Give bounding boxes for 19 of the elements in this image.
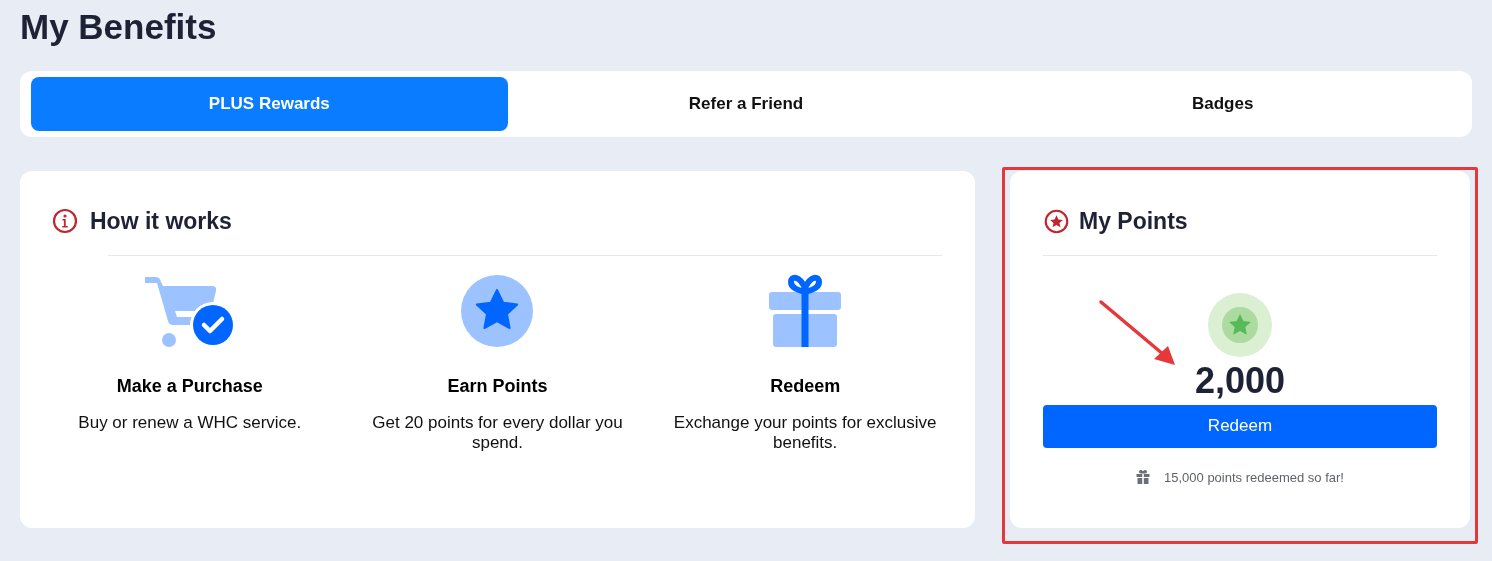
tab[interactable]: Badges	[984, 77, 1461, 131]
info-icon	[52, 208, 78, 235]
points-value: 2,000	[1194, 360, 1286, 401]
gift-icon	[1136, 470, 1150, 485]
redeem-button[interactable]: Redeem	[1043, 404, 1437, 448]
tab[interactable]: PLUS Rewards	[31, 77, 508, 131]
step-title: Redeem	[770, 374, 841, 398]
page-title: My Benefits	[20, 6, 217, 48]
star-badge-icon	[1044, 208, 1069, 234]
gift-icon	[768, 273, 843, 348]
step-description: Get 20 points for every dollar you spend.	[371, 412, 624, 453]
step-title: Make a Purchase	[116, 374, 263, 398]
step-description: Exchange your points for exclusive benefits.	[672, 412, 938, 453]
step-description: Buy or renew a WHC service.	[77, 412, 303, 433]
redeemed-note: 15,000 points redeemed so far!	[1164, 468, 1344, 487]
tab[interactable]: Refer a Friend	[507, 77, 985, 131]
card-title: My Points	[1079, 207, 1188, 236]
step-title: Earn Points	[447, 374, 548, 398]
card-title: How it works	[90, 207, 232, 236]
